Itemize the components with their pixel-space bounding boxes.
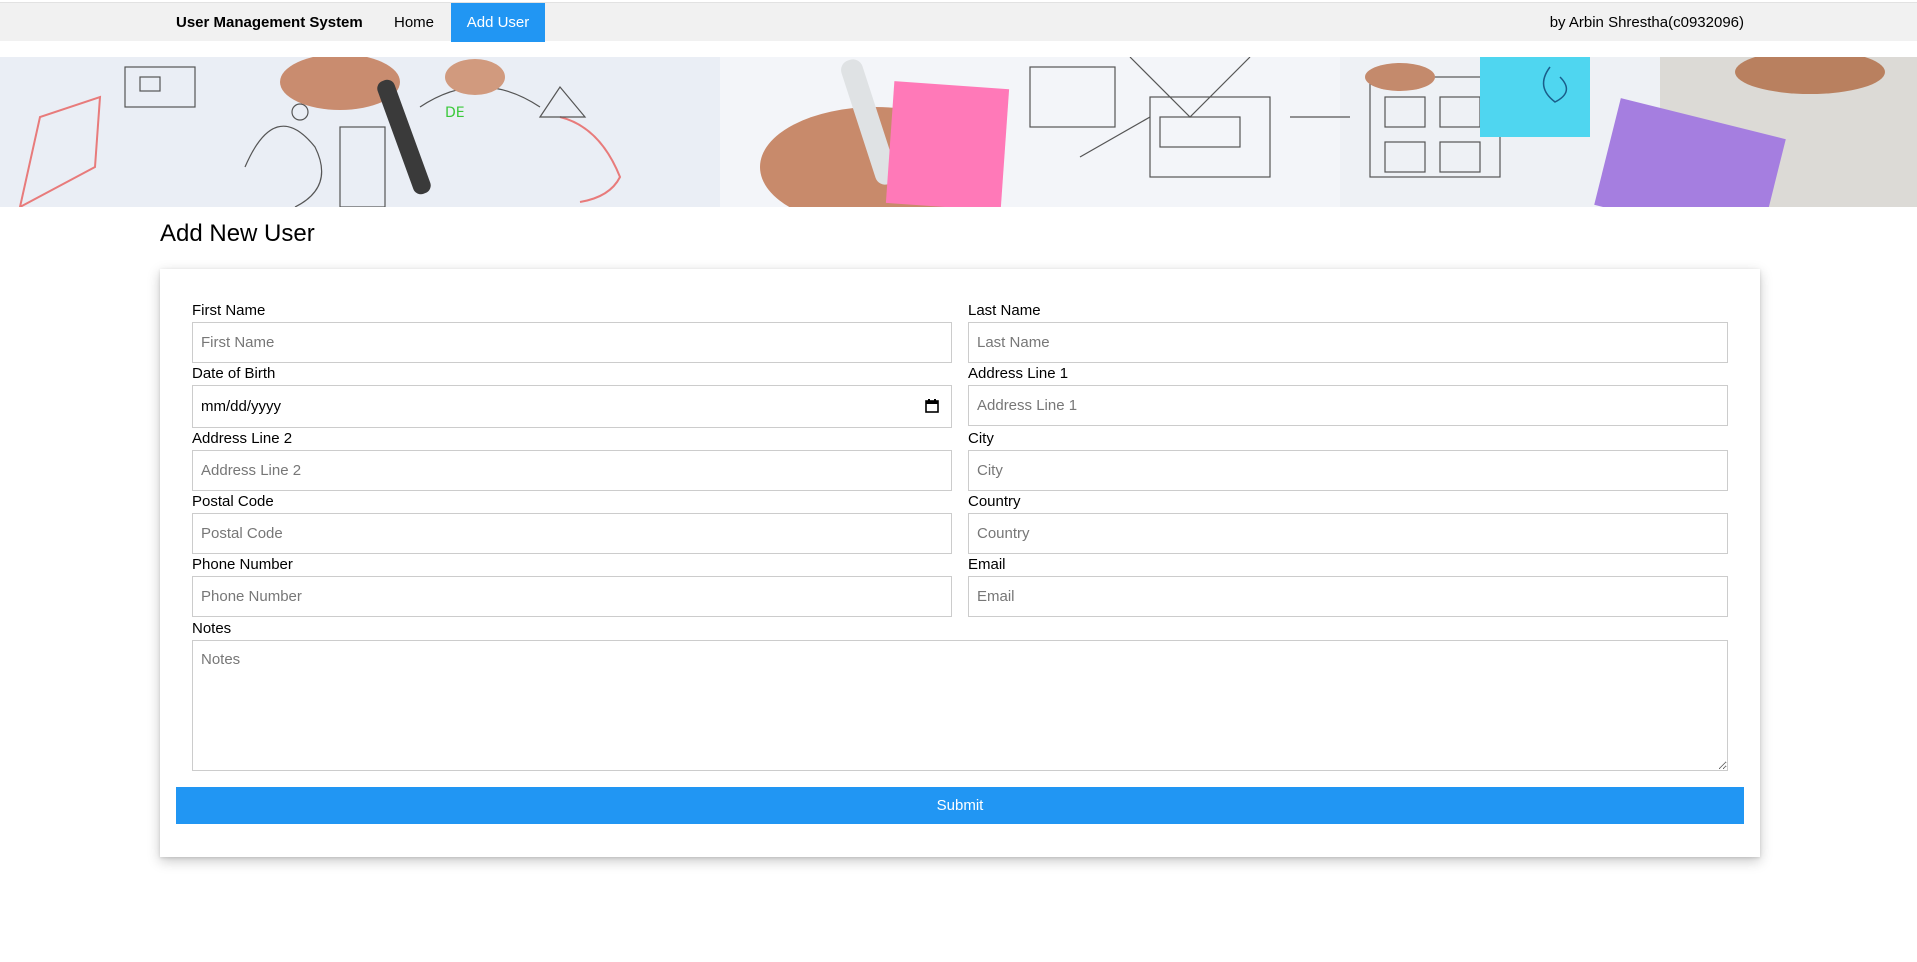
nav-home-link[interactable]: Home: [378, 3, 450, 42]
phone-label: Phone Number: [192, 556, 293, 573]
navbar-inner: User Management System Home Add User by …: [160, 3, 1760, 42]
dob-group: Date of Birth mm/dd/yyyy: [192, 365, 952, 428]
dob-input[interactable]: mm/dd/yyyy: [192, 385, 952, 428]
address2-group: Address Line 2: [192, 430, 952, 491]
email-label: Email: [968, 556, 1006, 573]
address2-label: Address Line 2: [192, 430, 293, 447]
postal-code-label: Postal Code: [192, 493, 274, 510]
submit-button[interactable]: Submit: [176, 787, 1744, 824]
postal-code-group: Postal Code: [192, 493, 952, 554]
city-input[interactable]: [968, 450, 1728, 491]
country-label: Country: [968, 493, 1021, 510]
country-group: Country: [968, 493, 1728, 554]
dob-label: Date of Birth: [192, 365, 276, 382]
city-group: City: [968, 430, 1728, 491]
last-name-input[interactable]: [968, 322, 1728, 363]
notes-textarea[interactable]: [192, 640, 1728, 771]
first-name-input[interactable]: [192, 322, 952, 363]
email-group: Email: [968, 556, 1728, 617]
address1-input[interactable]: [968, 385, 1728, 426]
last-name-group: Last Name: [968, 302, 1728, 363]
phone-group: Phone Number: [192, 556, 952, 617]
hero-banner-image: DE: [0, 57, 1917, 207]
notes-group: Notes: [192, 620, 1728, 771]
city-label: City: [968, 430, 994, 447]
brand-title: User Management System: [176, 14, 363, 31]
address1-group: Address Line 1: [968, 365, 1728, 426]
postal-code-input[interactable]: [192, 513, 952, 554]
phone-input[interactable]: [192, 576, 952, 617]
nav-add-user-link[interactable]: Add User: [451, 3, 545, 42]
add-user-form-card: First Name Last Name Date of Birth mm/dd…: [160, 269, 1760, 857]
top-navbar: User Management System Home Add User by …: [0, 2, 1917, 42]
dob-placeholder: mm/dd/yyyy: [201, 398, 282, 415]
first-name-group: First Name: [192, 302, 952, 363]
page-title: Add New User: [160, 220, 315, 247]
address2-input[interactable]: [192, 450, 952, 491]
country-input[interactable]: [968, 513, 1728, 554]
email-input[interactable]: [968, 576, 1728, 617]
svg-text:DE: DE: [445, 105, 465, 121]
first-name-label: First Name: [192, 302, 266, 319]
last-name-label: Last Name: [968, 302, 1041, 319]
calendar-icon[interactable]: [925, 399, 939, 413]
author-credit: by Arbin Shrestha(c0932096): [1549, 14, 1744, 31]
address1-label: Address Line 1: [968, 365, 1069, 382]
notes-label: Notes: [192, 620, 232, 637]
